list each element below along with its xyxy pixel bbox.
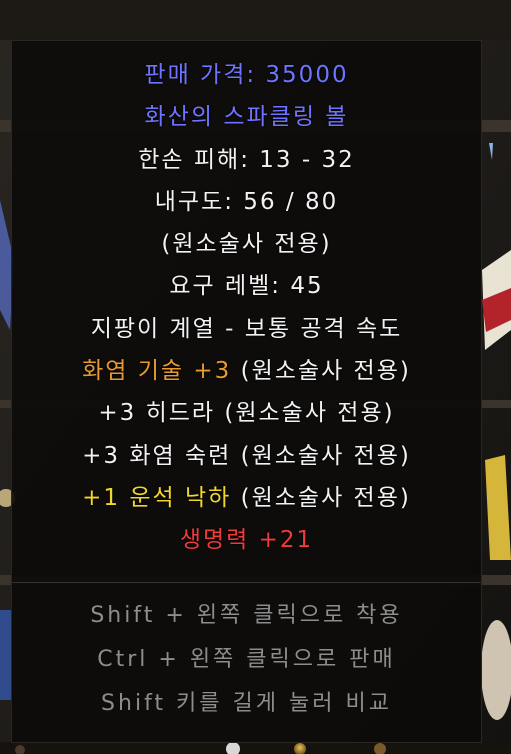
- scroll-icon: [0, 610, 11, 700]
- fire-skills-mod-class: (원소술사 전용): [231, 358, 411, 385]
- meteor-mod-class: (원소술사 전용): [231, 484, 411, 511]
- fire-skills-mod-value: 화염 기술 +3: [82, 358, 232, 385]
- action-hints: Shift + 왼쪽 클릭으로 착용 Ctrl + 왼쪽 클릭으로 판매 Shi…: [12, 594, 481, 726]
- durability: 내구도: 56 / 80: [154, 188, 339, 215]
- tooltip-divider: [12, 582, 481, 583]
- meteor-mod: +1 운석 낙하 (원소술사 전용): [82, 477, 411, 519]
- required-level: 요구 레벨: 45: [169, 273, 324, 300]
- item-name: 화산의 스파클링 볼: [144, 104, 349, 131]
- hydra-mod: +3 히드라 (원소술사 전용): [98, 400, 395, 427]
- class-restriction: (원소술사 전용): [161, 231, 332, 258]
- weapon-class-speed: 지팡이 계열 - 보통 공격 속도: [90, 315, 403, 342]
- hint-compare: Shift 키를 길게 눌러 비교: [101, 691, 392, 716]
- life-mod: 생명력 +21: [179, 527, 314, 554]
- item-tooltip: 판매 가격: 35000 화산의 스파클링 볼 한손 피해: 13 - 32 내…: [11, 40, 482, 743]
- sell-price: 판매 가격: 35000: [144, 62, 349, 88]
- hint-equip: Shift + 왼쪽 클릭으로 착용: [90, 603, 403, 628]
- one-hand-damage: 한손 피해: 13 - 32: [138, 146, 355, 173]
- fire-skills-mod: 화염 기술 +3 (원소술사 전용): [82, 350, 411, 392]
- item-properties: 판매 가격: 35000 화산의 스파클링 볼 한손 피해: 13 - 32 내…: [12, 41, 481, 562]
- hint-sell: Ctrl + 왼쪽 클릭으로 판매: [97, 647, 396, 672]
- fire-mastery-mod: +3 화염 숙련 (원소술사 전용): [82, 442, 411, 469]
- meteor-mod-value: +1 운석 낙하: [82, 484, 232, 511]
